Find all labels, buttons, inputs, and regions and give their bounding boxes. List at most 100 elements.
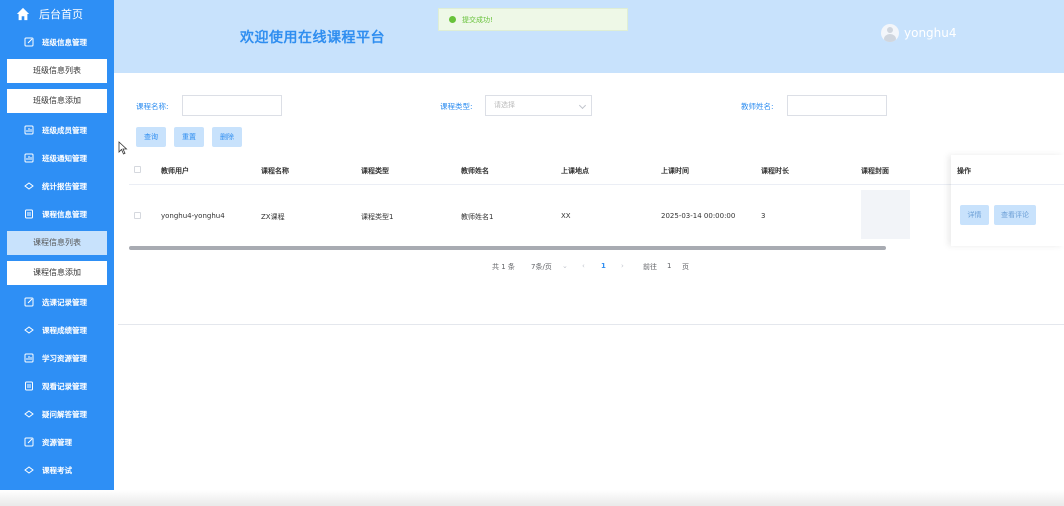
row-checkbox[interactable] [134,212,141,219]
cloud-icon [24,410,34,418]
sidebar-menu-label: 班级通知管理 [42,153,87,163]
col-header-course-name: 课程名称 [261,167,289,175]
course-cover-image [861,190,910,239]
cell-course-name: ZX课程 [261,213,285,221]
select-all-checkbox[interactable] [134,166,141,173]
success-icon [449,16,456,23]
sidebar-sub-label: 班级信息列表 [7,59,107,83]
page-title: 欢迎使用在线课程平台 [240,30,385,46]
col-header-course-type: 课程类型 [361,167,389,175]
chart-icon [24,353,34,363]
sidebar-menu-label: 课程考试 [42,465,72,475]
action-header-divider [951,184,1064,185]
sidebar-menu-label: 疑问解答管理 [42,409,87,419]
sidebar-menu-label: 班级成员管理 [42,125,87,135]
detail-button[interactable]: 详情 [960,205,989,225]
chart-icon [24,125,34,135]
pagination-goto-input[interactable]: 1 [667,262,671,270]
page-size-chevron-icon[interactable]: ⌄ [562,262,568,270]
pagination-page-size[interactable]: 7条/页 [531,262,552,272]
cloud-icon [24,182,34,190]
cloud-icon [24,466,34,474]
toast-message: 提交成功! [462,15,493,24]
delete-button[interactable]: 删除 [212,127,242,147]
cell-location: XX [561,212,571,220]
document-icon [25,381,33,391]
sidebar-menu-item[interactable]: 课程信息管理 [0,200,114,228]
cell-time: 2025-03-14 00:00:00 [661,212,736,220]
bottom-shade [0,490,1064,506]
content-divider [118,324,1064,325]
col-header-location: 上课地点 [561,167,589,175]
pagination-goto-suffix: 页 [682,263,689,271]
username[interactable]: yonghu4 [904,26,957,40]
edit-icon [24,37,34,47]
sidebar-menu-item[interactable]: 学习资源管理 [0,344,114,372]
sidebar-menu-item[interactable]: 选课记录管理 [0,288,114,316]
mouse-cursor-icon [118,141,128,155]
pagination-total: 共 1 条 [492,263,515,271]
col-header-teacher-name: 教师姓名 [461,167,489,175]
cell-teacher-name: 教师姓名1 [461,213,494,221]
course-type-select[interactable]: 请选择 [485,95,592,116]
sidebar: 后台首页 班级信息管理班级信息列表 班级信息添加班级成员管理 班级通知管理 统计报告管… [0,0,114,506]
sidebar-home-label: 后台首页 [39,8,83,21]
teacher-name-input[interactable] [787,95,887,116]
sidebar-menu-item[interactable]: 课程考试 [0,456,114,484]
sidebar-menu-label: 资源管理 [42,437,72,447]
fixed-action-column: 操作 [951,155,1064,246]
sidebar-sub-item[interactable]: 课程信息列表 [0,228,114,258]
reset-button[interactable]: 重置 [174,127,204,147]
sidebar-menu-item[interactable]: 班级信息管理 [0,28,114,56]
sidebar-menu-label: 课程信息管理 [42,209,87,219]
sidebar-menu-item[interactable]: 课程成绩管理 [0,316,114,344]
course-name-label: 课程名称: [136,102,169,111]
col-header-teacher-user: 教师用户 [161,167,189,175]
sidebar-sub-label: 课程信息列表 [7,231,107,255]
success-toast: 提交成功! [438,8,628,31]
teacher-name-label: 教师姓名: [741,102,774,111]
col-header-duration: 课程时长 [761,167,789,175]
view-comments-button[interactable]: 查看评论 [994,205,1036,225]
pagination-goto-prefix: 前往 [643,263,657,271]
sidebar-menu-label: 选课记录管理 [42,297,87,307]
sidebar-menu-item[interactable]: 班级通知管理 [0,144,114,172]
table-header-divider [129,184,951,185]
sidebar-sub-item[interactable]: 班级信息添加 [0,86,114,116]
sidebar-sub-label: 课程信息添加 [7,261,107,285]
sidebar-home[interactable]: 后台首页 [0,0,114,28]
sidebar-sub-item[interactable]: 课程信息添加 [0,258,114,288]
sidebar-menu-item[interactable]: 观看记录管理 [0,372,114,400]
sidebar-menu-label: 统计报告管理 [42,181,87,191]
user-menu[interactable]: yonghu4 [881,24,957,42]
query-button[interactable]: 查询 [136,127,166,147]
sidebar-menu-item[interactable]: 班级成员管理 [0,116,114,144]
edit-icon [24,297,34,307]
sidebar-menu-item[interactable]: 统计报告管理 [0,172,114,200]
col-header-actions: 操作 [957,167,971,175]
sidebar-sub-label: 班级信息添加 [7,89,107,113]
course-type-placeholder: 请选择 [494,101,515,109]
table-horizontal-scrollbar[interactable] [129,246,886,250]
document-icon [25,209,33,219]
prev-page-icon[interactable]: ‹ [582,262,585,270]
course-name-input[interactable] [182,95,282,116]
sidebar-menu-item[interactable]: 疑问解答管理 [0,400,114,428]
sidebar-sub-item[interactable]: 班级信息列表 [0,56,114,86]
home-icon [16,7,30,21]
sidebar-menu-label: 学习资源管理 [42,353,87,363]
sidebar-menu-item[interactable]: 资源管理 [0,428,114,456]
edit-icon [24,437,34,447]
col-header-cover: 课程封面 [861,167,889,175]
chart-icon [24,153,34,163]
cell-teacher-user: yonghu4-yonghu4 [161,212,225,220]
next-page-icon[interactable]: › [621,262,624,270]
sidebar-menu-label: 课程成绩管理 [42,325,87,335]
cell-duration: 3 [761,212,766,220]
course-type-label: 课程类型: [440,102,473,111]
avatar[interactable] [881,24,899,42]
sidebar-menu-label: 班级信息管理 [42,37,87,47]
col-header-time: 上课时间 [661,167,689,175]
pagination-current-page[interactable]: 1 [601,262,606,270]
chevron-down-icon [578,101,587,110]
